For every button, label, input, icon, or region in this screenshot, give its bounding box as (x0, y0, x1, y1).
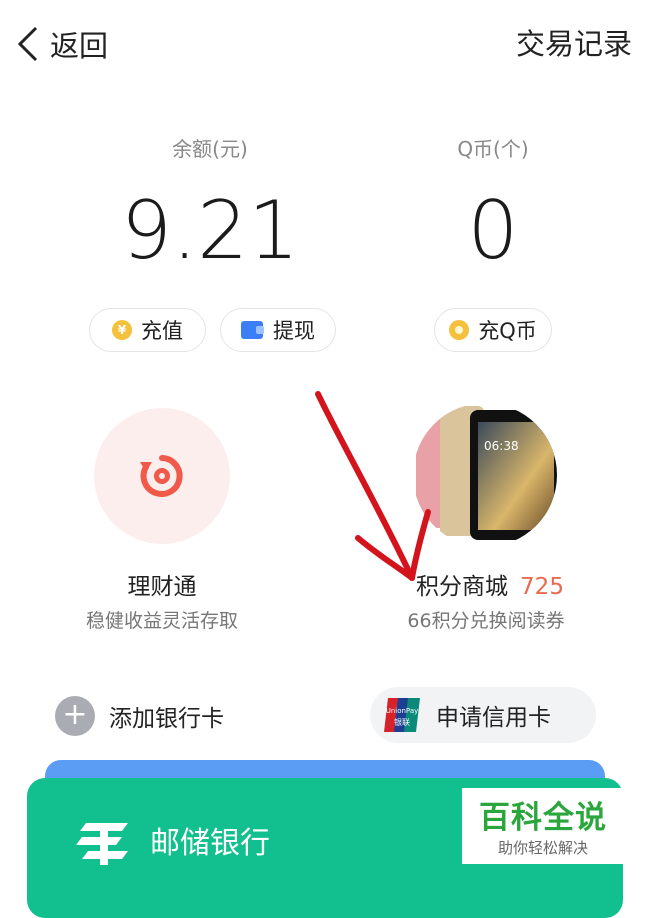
watermark: 百科全说 助你轻松解决 (462, 788, 624, 864)
licaitong-button[interactable] (94, 408, 230, 544)
bank-name: 邮储银行 (150, 826, 270, 861)
watermark-title: 百科全说 (479, 800, 607, 836)
back-label: 返回 (50, 29, 109, 63)
add-bank-card-label: 添加银行卡 (109, 706, 224, 732)
points-count: 725 (520, 574, 564, 600)
watermark-subtitle: 助你轻松解决 (497, 839, 588, 857)
apply-credit-card-button[interactable]: UnionPay 银联 申请信用卡 (370, 687, 596, 743)
wallet-icon (241, 321, 264, 339)
apply-credit-card-label: 申请信用卡 (436, 705, 551, 731)
unionpay-text: UnionPay (386, 707, 419, 715)
back-button[interactable]: 返回 (12, 22, 108, 66)
annotation-arrow (315, 391, 431, 581)
svg-text:06:38: 06:38 (484, 439, 519, 453)
qcoin-caption: Q币(个) (457, 137, 529, 161)
recharge-qcoin-label: 充Q币 (478, 319, 537, 343)
recharge-label: 充值 (141, 319, 183, 343)
licaitong-title[interactable]: 理财通 (70, 567, 254, 601)
qcoin-value: 0 (467, 184, 519, 277)
licaitong-icon (140, 455, 183, 497)
points-mall-subtitle: 66积分兑换阅读券 (407, 610, 565, 632)
add-bank-card-button[interactable]: + 添加银行卡 (55, 694, 224, 738)
postal-bank-logo (76, 823, 128, 865)
balance-value: 9.21 (120, 184, 300, 277)
withdraw-button[interactable]: 提现 (220, 308, 336, 352)
unionpay-icon: UnionPay 银联 (384, 698, 420, 732)
qcoin-section: Q币(个) 0 (393, 135, 593, 281)
yuan-coin-icon: ¥ (112, 320, 132, 340)
withdraw-label: 提现 (273, 319, 315, 343)
recharge-qcoin-button[interactable]: 充Q币 (434, 308, 552, 352)
qcoin-icon (449, 320, 470, 340)
chevron-left-icon (17, 26, 38, 62)
plus-icon: + (55, 696, 95, 736)
recharge-button[interactable]: ¥ 充值 (89, 308, 206, 352)
balance-section: 余额(元) 9.21 (110, 135, 310, 281)
transaction-records-link[interactable]: 交易记录 (516, 22, 632, 66)
balance-caption: 余额(元) (172, 137, 248, 161)
unionpay-cn-text: 银联 (394, 717, 410, 727)
licaitong-subtitle: 稳健收益灵活存取 (85, 610, 238, 632)
